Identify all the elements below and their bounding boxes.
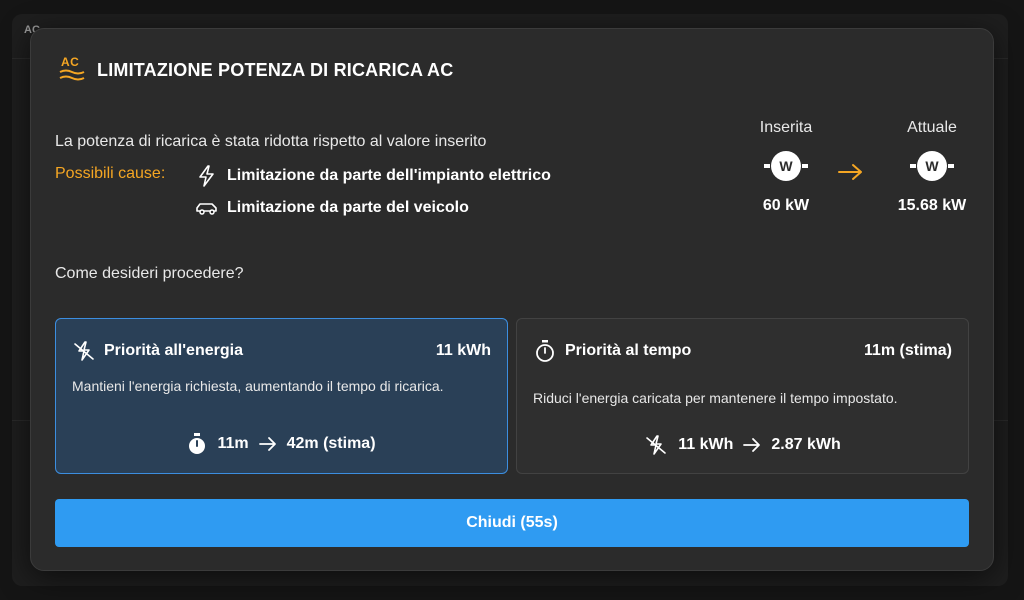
change-from: 11 kWh bbox=[678, 436, 734, 453]
actual-power: Attuale W 15.68 kW bbox=[877, 119, 987, 215]
cause-label: Limitazione da parte dell'impianto elett… bbox=[227, 167, 551, 184]
causes-label: Possibili cause: bbox=[55, 165, 166, 182]
power-comparison: Inserita W 60 kW Attuale W 15.68 kW bbox=[731, 119, 981, 239]
arrow-right-icon bbox=[258, 436, 277, 452]
dialog-header: AC LIMITAZIONE POTENZA DI RICARICA AC bbox=[59, 55, 453, 85]
cause-vehicle: Limitazione da parte del veicolo bbox=[195, 197, 469, 219]
plug-icon: W bbox=[764, 151, 808, 181]
set-power: Inserita W 60 kW bbox=[731, 119, 841, 215]
ac-charging-icon: AC bbox=[59, 55, 87, 85]
option-description: Riduci l'energia caricata per mantenere … bbox=[533, 390, 898, 406]
actual-power-label: Attuale bbox=[907, 119, 957, 136]
change-to: 42m (stima) bbox=[286, 435, 376, 452]
option-change: 11 kWh 2.87 kWh bbox=[517, 433, 968, 457]
stopwatch-icon bbox=[533, 339, 557, 363]
option-title: Priorità al tempo bbox=[565, 342, 692, 359]
lightning-icon bbox=[195, 165, 219, 187]
stopwatch-icon bbox=[187, 433, 207, 455]
charging-priority-icon bbox=[72, 339, 96, 363]
change-from: 11m bbox=[217, 435, 249, 452]
option-header: Priorità all'energia 11 kWh bbox=[72, 339, 491, 363]
set-power-label: Inserita bbox=[759, 119, 813, 136]
actual-power-value: 15.68 kW bbox=[897, 197, 967, 214]
option-header: Priorità al tempo 11m (stima) bbox=[533, 339, 952, 363]
arrow-right-icon bbox=[743, 437, 761, 453]
option-description: Mantieni l'energia richiesta, aumentando… bbox=[72, 378, 444, 394]
dialog-title: LIMITAZIONE POTENZA DI RICARICA AC bbox=[97, 59, 454, 80]
plug-glyph: W bbox=[779, 158, 793, 174]
charging-priority-icon bbox=[644, 433, 668, 457]
option-value: 11 kWh bbox=[435, 342, 491, 359]
proceed-question: Come desideri procedere? bbox=[55, 265, 244, 282]
close-button[interactable]: Chiudi (55s) bbox=[55, 499, 969, 547]
change-to: 2.87 kWh bbox=[771, 436, 841, 453]
option-value: 11m (stima) bbox=[863, 342, 952, 359]
time-priority-option[interactable]: Priorità al tempo 11m (stima) Riduci l'e… bbox=[516, 318, 969, 474]
car-icon bbox=[195, 200, 219, 216]
dialog-description: La potenza di ricarica è stata ridotta r… bbox=[55, 133, 487, 150]
arrow-right-icon bbox=[837, 163, 865, 186]
option-title: Priorità all'energia bbox=[104, 342, 243, 359]
cause-label: Limitazione da parte del veicolo bbox=[227, 199, 469, 216]
option-change: 11m 42m (stima) bbox=[56, 433, 507, 455]
energy-priority-option[interactable]: Priorità all'energia 11 kWh Mantieni l'e… bbox=[55, 318, 508, 474]
set-power-value: 60 kW bbox=[762, 197, 810, 214]
wave-icon bbox=[59, 69, 85, 81]
charging-limit-dialog: AC LIMITAZIONE POTENZA DI RICARICA AC La… bbox=[30, 28, 994, 571]
plug-icon: W bbox=[910, 151, 954, 181]
cause-electrical-system: Limitazione da parte dell'impianto elett… bbox=[195, 165, 551, 187]
plug-glyph: W bbox=[925, 158, 939, 174]
ac-icon-text: AC bbox=[61, 55, 80, 69]
